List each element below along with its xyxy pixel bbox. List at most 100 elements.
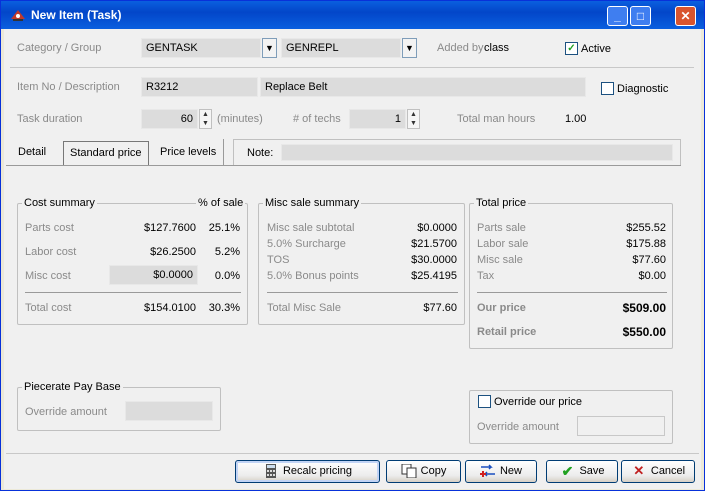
save-button[interactable]: ✔ Save xyxy=(546,460,618,483)
override-price-checkbox[interactable] xyxy=(478,395,491,408)
misc-sale-label: Misc sale xyxy=(477,254,523,266)
checkmark-icon: ✓ xyxy=(567,43,576,54)
misc-cost-label: Misc cost xyxy=(25,270,71,282)
retail-price-label: Retail price xyxy=(477,326,537,338)
arrow-down-icon[interactable]: ▼ xyxy=(200,119,211,128)
bottom-separator xyxy=(6,453,699,454)
maximize-icon: □ xyxy=(636,9,645,23)
minimize-button[interactable]: _ xyxy=(607,6,628,26)
note-label: Note: xyxy=(247,147,274,159)
tab-detail[interactable]: Detail xyxy=(12,141,52,165)
category-dropdown-button[interactable]: ▼ xyxy=(262,38,277,58)
misc-cost-pct: 0.0% xyxy=(214,270,240,282)
labor-cost-label: Labor cost xyxy=(25,246,77,258)
override-amount-label: Override amount xyxy=(477,421,559,433)
chevron-down-icon: ▼ xyxy=(405,43,414,53)
tax-label: Tax xyxy=(477,270,495,282)
piecerate-override-input[interactable] xyxy=(125,401,213,421)
arrow-up-icon[interactable]: ▲ xyxy=(200,110,211,119)
diagnostic-label: Diagnostic xyxy=(617,83,669,95)
tos-label: TOS xyxy=(267,254,290,266)
item-no-input[interactable]: R3212 xyxy=(141,77,258,97)
active-checkbox[interactable]: ✓ xyxy=(565,42,578,55)
task-duration-spinner[interactable]: ▲ ▼ xyxy=(199,109,212,129)
parts-sale-value: $255.52 xyxy=(626,222,666,234)
title-bar[interactable]: New Item (Task) _ □ ✕ xyxy=(1,1,704,29)
minimize-icon: _ xyxy=(614,9,621,23)
techs-input[interactable]: 1 xyxy=(349,109,406,129)
techs-spinner[interactable]: ▲ ▼ xyxy=(407,109,420,129)
labor-cost-pct: 5.2% xyxy=(214,246,240,258)
category-select[interactable]: GENTASK xyxy=(141,38,261,58)
parts-cost-label: Parts cost xyxy=(25,222,74,234)
checkmark-icon: ✔ xyxy=(561,463,574,480)
group-select[interactable]: GENREPL xyxy=(281,38,401,58)
bonus-points-label: 5.0% Bonus points xyxy=(267,270,359,282)
override-price-label: Override our price xyxy=(494,396,583,408)
our-price-value: $509.00 xyxy=(622,301,666,315)
tab-price-levels[interactable]: Price levels xyxy=(154,141,222,165)
misc-total-divider xyxy=(267,292,458,293)
added-by-value: class xyxy=(484,42,510,54)
cancel-button[interactable]: ✕ Cancel xyxy=(621,460,695,483)
override-amount-input[interactable] xyxy=(577,416,665,436)
item-no-label: Item No / Description xyxy=(17,81,120,93)
surcharge-value: $21.5700 xyxy=(411,238,457,250)
task-duration-input[interactable]: 60 xyxy=(141,109,198,129)
cost-summary-title: Cost summary xyxy=(22,197,97,209)
group-dropdown-button[interactable]: ▼ xyxy=(402,38,417,58)
new-item-icon xyxy=(479,464,495,478)
tab-divider xyxy=(223,139,224,165)
labor-sale-label: Labor sale xyxy=(477,238,529,250)
total-price-title: Total price xyxy=(474,197,529,209)
misc-sale-subtotal-label: Misc sale subtotal xyxy=(267,222,355,234)
added-by-label: Added by xyxy=(437,42,484,54)
separator xyxy=(10,67,694,68)
recalc-pricing-button[interactable]: Recalc pricing xyxy=(235,460,380,483)
active-label: Active xyxy=(581,43,611,55)
diagnostic-checkbox[interactable] xyxy=(601,82,614,95)
misc-sale-value: $77.60 xyxy=(632,254,666,266)
cost-total-divider xyxy=(25,292,241,293)
parts-sale-label: Parts sale xyxy=(477,222,526,234)
maximize-button[interactable]: □ xyxy=(630,6,651,26)
misc-cost-input[interactable]: $0.0000 xyxy=(109,265,198,285)
labor-sale-value: $175.88 xyxy=(626,238,666,250)
pct-of-sale-header: % of sale xyxy=(196,197,246,209)
category-group-label: Category / Group xyxy=(17,42,102,54)
client-area: Category / Group GENTASK ▼ GENREPL ▼ Add… xyxy=(4,29,701,489)
labor-cost-value: $26.2500 xyxy=(150,246,196,258)
piecerate-override-label: Override amount xyxy=(25,406,107,418)
total-cost-label: Total cost xyxy=(25,302,72,314)
parts-cost-value: $127.7600 xyxy=(144,222,196,234)
close-icon: ✕ xyxy=(680,9,691,23)
tab-strip-line xyxy=(6,165,681,166)
item-window: New Item (Task) _ □ ✕ Category / Group G… xyxy=(0,0,705,491)
app-logo-icon xyxy=(11,10,25,21)
tab-standard-price[interactable]: Standard price xyxy=(63,141,149,165)
close-button[interactable]: ✕ xyxy=(675,6,696,26)
task-duration-label: Task duration xyxy=(17,113,83,125)
close-icon: ✕ xyxy=(633,463,645,479)
tos-value: $30.0000 xyxy=(411,254,457,266)
note-input[interactable] xyxy=(281,144,673,161)
copy-icon xyxy=(401,464,417,479)
copy-label: Copy xyxy=(420,465,447,477)
calculator-icon xyxy=(265,464,276,479)
copy-button[interactable]: Copy xyxy=(386,460,461,483)
description-input[interactable]: Replace Belt xyxy=(260,77,586,97)
new-label: New xyxy=(499,465,522,477)
arrow-down-icon[interactable]: ▼ xyxy=(408,119,419,128)
recalc-pricing-label: Recalc pricing xyxy=(282,465,353,477)
parts-cost-pct: 25.1% xyxy=(208,222,240,234)
arrow-up-icon[interactable]: ▲ xyxy=(408,110,419,119)
window-title: New Item (Task) xyxy=(31,8,122,22)
chevron-down-icon: ▼ xyxy=(265,43,274,53)
total-misc-sale-value: $77.60 xyxy=(423,302,457,314)
save-label: Save xyxy=(579,465,605,477)
surcharge-label: 5.0% Surcharge xyxy=(267,238,346,250)
new-button[interactable]: New xyxy=(465,460,537,483)
total-cost-pct: 30.3% xyxy=(208,302,240,314)
misc-sale-summary-title: Misc sale summary xyxy=(263,197,362,209)
total-price-divider xyxy=(477,292,667,293)
